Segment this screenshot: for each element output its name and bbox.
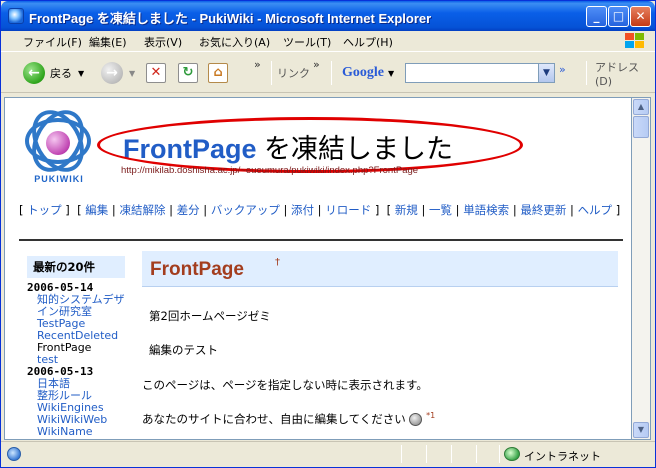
scroll-down-icon[interactable]: ▼ (633, 422, 649, 438)
nav-new[interactable]: 新規 (395, 203, 418, 217)
google-search-dropdown-icon[interactable]: ▼ (538, 64, 554, 82)
intranet-zone-icon (504, 447, 520, 461)
nav-attach[interactable]: 添付 (291, 203, 314, 217)
security-zone-label: イントラネット (524, 450, 601, 463)
toolbar-separator (586, 61, 587, 85)
nav-edit[interactable]: 編集 (85, 203, 108, 217)
navigation-bar: [ トップ ] [ 編集 | 凍結解除 | 差分 | バックアップ | 添付 |… (19, 203, 621, 217)
toolbar-separator (271, 61, 272, 85)
chevron-more-icon[interactable]: » (254, 58, 261, 71)
pukiwiki-logo[interactable]: PUKIWIKI (19, 100, 99, 188)
body-line: このページは、ページを指定しない時に表示されます。 (142, 378, 428, 392)
menu-file[interactable]: ファイル(F) (23, 34, 82, 50)
body-line: 編集のテスト (149, 343, 218, 357)
page-url[interactable]: http://mikilab.doshisha.ac.jp/~eueumura/… (121, 165, 418, 176)
google-more-chevron-icon[interactable]: » (559, 63, 566, 76)
refresh-icon: ↻ (178, 63, 198, 83)
recent-item[interactable]: WikiName (27, 426, 125, 438)
nav-reload[interactable]: リロード (325, 203, 371, 217)
google-search-input[interactable]: ▼ (405, 63, 555, 83)
status-divider (451, 445, 452, 463)
stop-button[interactable]: ✕ (146, 60, 166, 86)
recent-heading: 最新の20件 (27, 256, 125, 278)
scroll-thumb[interactable] (633, 116, 649, 138)
links-chevron-icon[interactable]: » (313, 58, 320, 71)
scroll-up-icon[interactable]: ▲ (633, 99, 649, 115)
nav-top[interactable]: トップ (27, 203, 62, 217)
body-line-with-smiley: あなたのサイトに合わせ、自由に編集してください *1 (142, 411, 435, 427)
links-label[interactable]: リンク (277, 60, 310, 86)
stop-icon: ✕ (146, 63, 166, 83)
page-viewport[interactable]: PUKIWIKI FrontPage を凍結しました http://mikila… (4, 97, 632, 440)
forward-arrow-icon: → (101, 62, 123, 84)
heading-anchor-link[interactable]: † (275, 257, 280, 268)
close-button[interactable]: ✕ (630, 6, 651, 27)
title-bar[interactable]: FrontPage を凍結しました - PukiWiki - Microsoft… (1, 1, 655, 31)
status-divider (401, 445, 402, 463)
back-label: 戻る (50, 67, 72, 80)
home-button[interactable]: ⌂ (208, 60, 228, 86)
google-dropdown-icon[interactable]: ▼ (388, 69, 394, 78)
address-label[interactable]: アドレス(D) (595, 60, 655, 88)
nav-help[interactable]: ヘルプ (578, 203, 613, 217)
logo-ball (46, 131, 70, 155)
nav-backup[interactable]: バックアップ (211, 203, 280, 217)
forward-dropdown-icon[interactable]: ▼ (129, 69, 135, 78)
menu-tools[interactable]: ツール(T) (283, 34, 331, 50)
google-button[interactable]: Google ▼ (342, 60, 394, 86)
menu-view[interactable]: 表示(V) (144, 34, 182, 50)
toolbar-separator (331, 61, 332, 85)
body-line: あなたのサイトに合わせ、自由に編集してください (142, 412, 406, 426)
maximize-button[interactable]: □ (608, 6, 629, 27)
toolbar: ← 戻る ▼ → ▼ ✕ ↻ ⌂ » リンク » Google ▼ ▼ » アド (1, 53, 655, 93)
nav-diff[interactable]: 差分 (177, 203, 200, 217)
home-icon: ⌂ (208, 63, 228, 83)
back-dropdown-icon[interactable]: ▼ (78, 69, 84, 78)
body-line: 第2回ホームページゼミ (149, 309, 271, 323)
forward-button[interactable]: → ▼ (101, 60, 135, 86)
logo-text: PUKIWIKI (34, 174, 84, 184)
menu-help[interactable]: ヘルプ(H) (343, 34, 393, 50)
nav-recent[interactable]: 最終更新 (520, 203, 566, 217)
smiley-icon (409, 413, 423, 426)
back-button[interactable]: ← 戻る ▼ (23, 60, 84, 86)
status-divider (476, 445, 477, 463)
menu-edit[interactable]: 編集(E) (89, 34, 127, 50)
ie-icon (8, 8, 24, 24)
recent-item[interactable]: 知的システムデザイン研究室 (27, 294, 125, 318)
page-heading: FrontPage (150, 259, 244, 280)
status-divider (499, 445, 500, 463)
header-divider (19, 239, 623, 241)
nav-list[interactable]: 一覧 (429, 203, 452, 217)
back-arrow-icon: ← (23, 62, 45, 84)
vertical-scrollbar[interactable]: ▲ ▼ (632, 97, 651, 440)
refresh-button[interactable]: ↻ (178, 60, 198, 86)
window-title: FrontPage を凍結しました - PukiWiki - Microsoft… (29, 11, 432, 26)
status-bar: イントラネット (1, 441, 655, 467)
page-heading-box: FrontPage † (142, 251, 618, 287)
google-logo: Google (342, 65, 384, 80)
menu-bar: ファイル(F) 編集(E) 表示(V) お気に入り(A) ツール(T) ヘルプ(… (1, 31, 655, 52)
browser-window: FrontPage を凍結しました - PukiWiki - Microsoft… (0, 0, 656, 468)
minimize-button[interactable]: _ (586, 6, 607, 27)
menu-favorites[interactable]: お気に入り(A) (199, 34, 270, 50)
status-divider (426, 445, 427, 463)
windows-logo-icon (623, 32, 645, 50)
nav-unfreeze[interactable]: 凍結解除 (119, 203, 165, 217)
nav-search[interactable]: 単語検索 (463, 203, 509, 217)
page-status-icon (7, 447, 21, 461)
recent-list: 2006-05-14 知的システムデザイン研究室 TestPage Recent… (27, 282, 125, 438)
footnote-link[interactable]: *1 (426, 411, 435, 420)
